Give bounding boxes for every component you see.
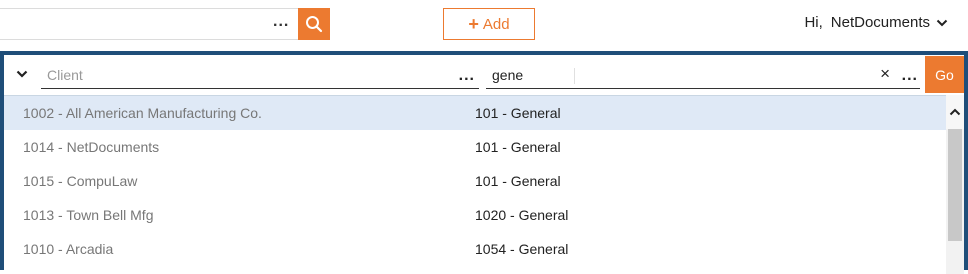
search-icon [306,16,323,33]
matter-name: 101 - General [475,105,561,121]
collapse-toggle[interactable] [12,64,32,84]
greeting-text: Hi, [804,14,823,31]
chevron-down-icon [16,70,28,78]
matter-field: × ... [486,62,920,89]
scroll-thumb[interactable] [948,129,962,241]
user-name: NetDocuments [830,14,930,31]
clear-matter-button[interactable]: × [880,64,890,84]
plus-icon: + [468,14,479,34]
list-item[interactable]: 1013 - Town Bell Mfg 1020 - General [4,198,946,232]
list-item[interactable]: 1015 - CompuLaw 101 - General [4,164,946,198]
chevron-up-icon [949,108,961,116]
client-name: 1013 - Town Bell Mfg [23,207,154,223]
matter-name: 101 - General [475,173,561,189]
client-name: 1014 - NetDocuments [23,139,160,155]
matter-name: 1054 - General [475,241,569,257]
top-bar: ... + Add Hi, NetDocuments [0,0,968,48]
list-item[interactable]: 1002 - All American Manufacturing Co. 10… [4,96,946,130]
matter-lookup-button[interactable]: ... [902,68,918,84]
matter-name: 101 - General [475,139,561,155]
search-options-button[interactable]: ... [273,12,289,32]
scroll-up-button[interactable] [946,95,964,129]
matter-name: 1020 - General [475,207,569,223]
list-item[interactable]: 1014 - NetDocuments 101 - General [4,130,946,164]
chevron-down-icon [936,19,948,26]
go-button[interactable]: Go [925,56,964,93]
client-field: ... [41,62,479,89]
add-button[interactable]: + Add [443,8,535,40]
field-divider [574,68,575,84]
add-button-label: Add [482,15,510,33]
user-menu[interactable]: Hi, NetDocuments [804,14,948,31]
results-scrollbar[interactable] [946,95,964,274]
results-list: 1002 - All American Manufacturing Co. 10… [4,95,946,274]
client-matter-panel: ... × ... Go 1002 - All American Manufac… [0,51,968,274]
matter-input[interactable] [486,62,566,88]
client-name: 1015 - CompuLaw [23,173,138,189]
filter-row: ... × ... Go [4,55,964,94]
search-button[interactable] [298,8,330,40]
client-input[interactable] [41,62,421,88]
client-name: 1002 - All American Manufacturing Co. [23,105,262,121]
list-item[interactable]: 1010 - Arcadia 1054 - General [4,232,946,266]
global-search-input[interactable] [0,8,298,40]
client-name: 1010 - Arcadia [23,241,114,257]
client-lookup-button[interactable]: ... [459,68,475,84]
